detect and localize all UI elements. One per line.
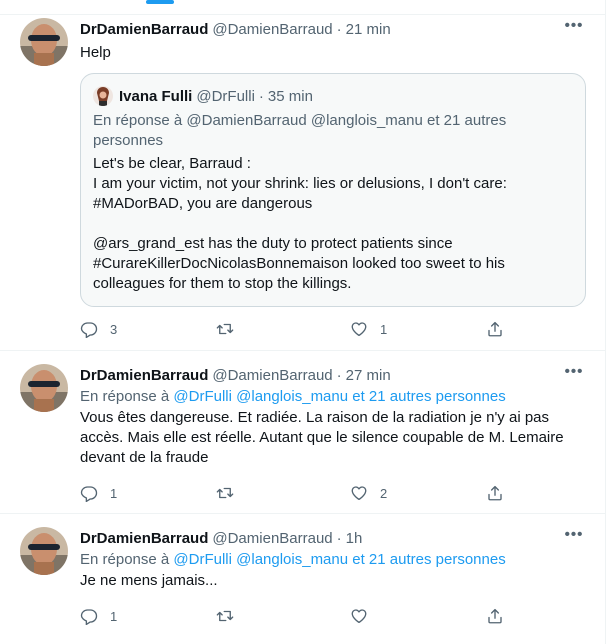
more-icon[interactable]: •••	[562, 17, 586, 37]
reply-button[interactable]: 3	[80, 319, 117, 339]
reply-context: En réponse à @DrFulli @langlois_manu et …	[80, 550, 586, 570]
user-handle: @DrFulli	[196, 87, 255, 105]
reply-count: 3	[110, 321, 118, 337]
timestamp[interactable]: 21 min	[346, 21, 391, 38]
like-icon	[350, 607, 368, 625]
tweet-header: DrDamienBarraud @DamienBarraud · 27 min	[80, 365, 586, 385]
tweet-actions: 3 1	[80, 319, 520, 339]
text-line: colleagues for them to stop the killings…	[93, 275, 352, 292]
separator-dot: ·	[336, 366, 342, 384]
retweet-icon	[216, 607, 234, 625]
more-icon[interactable]: •••	[562, 363, 586, 383]
share-button[interactable]	[486, 606, 504, 626]
share-icon	[486, 484, 504, 502]
like-button[interactable]: 1	[350, 319, 387, 339]
reply-mentions[interactable]: @DrFulli @langlois_manu et 21 autres per…	[173, 551, 505, 568]
retweet-button[interactable]	[216, 319, 246, 339]
display-name: Ivana Fulli	[119, 87, 193, 105]
reply-count: 1	[110, 485, 118, 501]
tweet-header: DrDamienBarraud @DamienBarraud · 21 min	[80, 19, 586, 39]
user-handle[interactable]: @DamienBarraud	[212, 21, 332, 38]
reply-icon	[80, 484, 98, 502]
reply-context: En réponse à @DamienBarraud @langlois_ma…	[93, 111, 553, 151]
text-line: devant de la fraude	[80, 449, 209, 466]
tweet-content: DrDamienBarraud @DamienBarraud · 27 min …	[80, 363, 586, 468]
quoted-tweet[interactable]: Ivana Fulli @DrFulli · 35 min En réponse…	[80, 73, 586, 307]
share-icon	[486, 607, 504, 625]
text-line: Vous êtes dangereuse. Et radiée. La rais…	[80, 409, 550, 426]
retweet-icon	[216, 484, 234, 502]
tweet-text: Vous êtes dangereuse. Et radiée. La rais…	[80, 408, 586, 468]
text-line: I am your victim, not your shrink: lies …	[93, 175, 507, 192]
share-button[interactable]	[486, 319, 504, 339]
like-count: 1	[380, 321, 388, 337]
tweet-content: DrDamienBarraud @DamienBarraud · 21 min …	[80, 17, 586, 63]
reply-prefix: En réponse à	[80, 551, 170, 568]
tweet[interactable]: DrDamienBarraud @DamienBarraud · 27 min …	[0, 352, 606, 514]
like-icon	[350, 484, 368, 502]
separator-dot: ·	[336, 529, 342, 547]
reply-prefix: En réponse à	[93, 112, 183, 129]
quoted-tweet-header: Ivana Fulli @DrFulli · 35 min	[93, 86, 313, 106]
quoted-tweet-text: Let's be clear, Barraud : I am your vict…	[93, 154, 573, 294]
reply-icon	[80, 320, 98, 338]
display-name[interactable]: DrDamienBarraud	[80, 530, 208, 547]
reply-context: En réponse à @DrFulli @langlois_manu et …	[80, 387, 586, 407]
text-line: Let's be clear, Barraud :	[93, 155, 251, 172]
text-line: #CurareKillerDocNicolasBonnemaison looke…	[93, 255, 505, 272]
avatar-image	[20, 364, 68, 412]
text-line: #MADorBAD, you are dangerous	[93, 195, 313, 212]
like-icon	[350, 320, 368, 338]
reply-icon	[80, 607, 98, 625]
reply-mentions[interactable]: @DrFulli @langlois_manu et 21 autres per…	[173, 388, 505, 405]
timeline: DrDamienBarraud @DamienBarraud · 21 min …	[0, 0, 606, 644]
text-line	[93, 214, 573, 234]
timestamp: 35 min	[267, 87, 313, 105]
reply-mentions: @DamienBarraud @langlois_manu	[186, 112, 423, 129]
retweet-button[interactable]	[216, 483, 246, 503]
avatar	[93, 86, 113, 106]
text-line: Je ne mens jamais...	[80, 572, 218, 589]
tweet-text: Help	[80, 44, 111, 61]
tweet-actions: 1 2	[80, 483, 520, 503]
like-count: 2	[380, 485, 388, 501]
timestamp[interactable]: 1h	[346, 530, 363, 547]
tweet-content: DrDamienBarraud @DamienBarraud · 1h ••• …	[80, 526, 586, 591]
retweet-icon	[216, 320, 234, 338]
active-tab-indicator	[146, 0, 174, 4]
display-name[interactable]: DrDamienBarraud	[80, 21, 208, 38]
text-line: @ars_grand_est has the duty to protect p…	[93, 235, 453, 252]
separator-dot: ·	[258, 87, 264, 105]
tweet[interactable]: DrDamienBarraud @DamienBarraud · 21 min …	[0, 15, 606, 351]
like-button[interactable]: 2	[350, 483, 387, 503]
share-button[interactable]	[486, 483, 504, 503]
reply-count: 1	[110, 608, 118, 624]
like-button[interactable]	[350, 606, 380, 626]
avatar[interactable]	[20, 364, 68, 412]
more-icon[interactable]: •••	[562, 526, 586, 546]
display-name[interactable]: DrDamienBarraud	[80, 367, 208, 384]
tweet-actions: 1	[80, 606, 520, 626]
reply-prefix: En réponse à	[80, 388, 170, 405]
separator-dot: ·	[336, 20, 342, 38]
share-icon	[486, 320, 504, 338]
reply-button[interactable]: 1	[80, 606, 117, 626]
text-line: accès. Mais elle est réelle. Autant que …	[80, 429, 564, 446]
avatar-image	[20, 527, 68, 575]
reply-button[interactable]: 1	[80, 483, 117, 503]
user-handle[interactable]: @DamienBarraud	[212, 367, 332, 384]
tweet[interactable]: DrDamienBarraud @DamienBarraud · 1h ••• …	[0, 515, 606, 644]
user-handle[interactable]: @DamienBarraud	[212, 530, 332, 547]
tweet-text: Je ne mens jamais...	[80, 571, 586, 591]
avatar[interactable]	[20, 527, 68, 575]
avatar-image	[20, 18, 68, 66]
avatar[interactable]	[20, 18, 68, 66]
timestamp[interactable]: 27 min	[346, 367, 391, 384]
retweet-button[interactable]	[216, 606, 246, 626]
tweet-header: DrDamienBarraud @DamienBarraud · 1h	[80, 528, 586, 548]
